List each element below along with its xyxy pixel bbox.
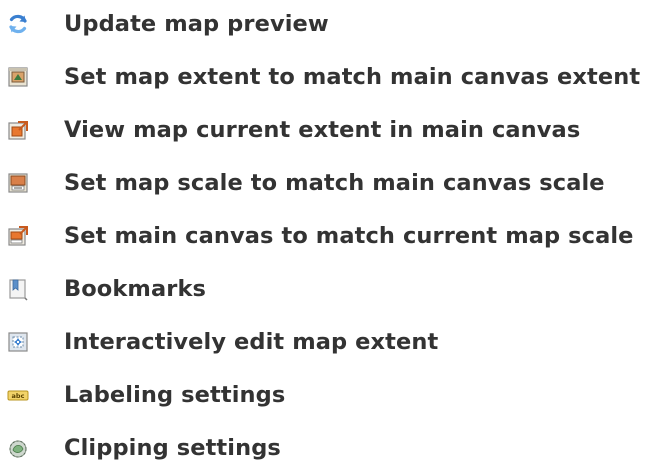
item-label: Clipping settings [64,435,281,461]
item-label: View map current extent in main canvas [64,117,581,143]
update-map-preview-item[interactable]: Update map preview [0,4,663,44]
set-canvas-scale-icon [6,224,30,248]
set-map-extent-item[interactable]: Set map extent to match main canvas exte… [0,57,663,97]
edit-map-extent-item[interactable]: Interactively edit map extent [0,322,663,362]
refresh-icon [6,12,30,36]
set-main-canvas-scale-item[interactable]: Set main canvas to match current map sca… [0,216,663,256]
set-extent-icon [6,65,30,89]
view-extent-icon [6,118,30,142]
item-label: Set map extent to match main canvas exte… [64,64,641,90]
item-label: Bookmarks [64,276,207,302]
edit-extent-icon [6,330,30,354]
item-label: Interactively edit map extent [64,329,439,355]
item-label: Set map scale to match main canvas scale [64,170,605,196]
labeling-icon: abc [6,383,30,407]
item-label: Update map preview [64,11,329,37]
item-label: Set main canvas to match current map sca… [64,223,634,249]
labeling-settings-item[interactable]: abc Labeling settings [0,375,663,415]
view-map-extent-item[interactable]: View map current extent in main canvas [0,110,663,150]
bookmarks-item[interactable]: Bookmarks [0,269,663,309]
set-scale-icon [6,171,30,195]
set-map-scale-item[interactable]: Set map scale to match main canvas scale [0,163,663,203]
bookmarks-icon [6,277,30,301]
clipping-settings-item[interactable]: Clipping settings [0,428,663,468]
clipping-icon [6,436,30,460]
svg-text:abc: abc [12,392,25,400]
item-label: Labeling settings [64,382,286,408]
